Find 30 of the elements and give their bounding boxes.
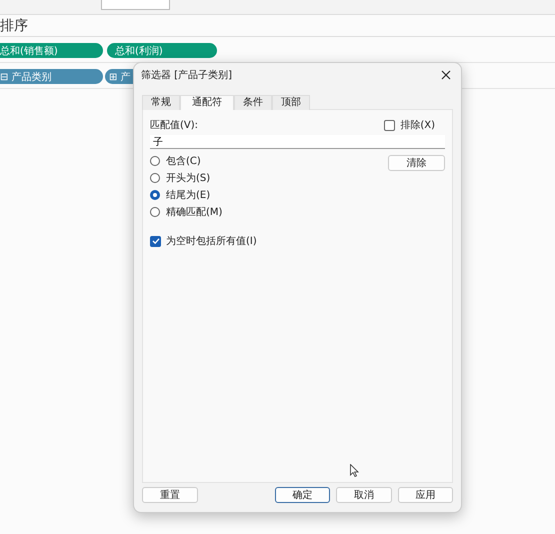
tab[interactable]: 条件 xyxy=(234,95,272,110)
radio-label: 结尾为(E) xyxy=(166,188,210,202)
dialog-button[interactable]: 取消 xyxy=(336,487,392,503)
cursor-icon xyxy=(350,464,359,477)
close-icon[interactable] xyxy=(441,70,451,80)
field-pill[interactable]: ⊟ 产品类别 xyxy=(0,69,103,84)
radio-button[interactable] xyxy=(150,206,160,216)
checkbox[interactable] xyxy=(384,120,396,130)
match-label: 匹配值(V): xyxy=(150,119,198,132)
radio-label: 精确匹配(M) xyxy=(166,206,222,218)
dialog-button[interactable]: 重置 xyxy=(142,487,198,503)
field-pill[interactable]: 总和(利润) xyxy=(107,43,217,58)
clear-button[interactable]: 清除 xyxy=(388,155,445,171)
tab[interactable]: 常规 xyxy=(142,95,180,110)
match-input[interactable]: 子 xyxy=(150,135,445,149)
dialog-button[interactable]: 应用 xyxy=(398,487,453,503)
field-pill[interactable]: 总和(销售额) xyxy=(0,43,103,58)
radio-button[interactable] xyxy=(150,190,160,200)
radio-label: 包含(C) xyxy=(166,154,201,168)
checkbox[interactable] xyxy=(150,236,161,246)
checkbox-label: 为空时包括所有值(I) xyxy=(166,234,257,248)
checkbox-label: 排除(X) xyxy=(400,118,435,132)
tab[interactable]: 顶部 xyxy=(272,95,310,110)
sheet-heading: 排序 xyxy=(0,16,28,34)
dialog-button[interactable]: 确定 xyxy=(274,487,330,503)
radio-label: 开头为(S) xyxy=(166,172,210,184)
tab[interactable]: 通配符 xyxy=(180,95,234,110)
radio-button[interactable] xyxy=(150,156,160,166)
radio-button[interactable] xyxy=(150,172,160,182)
dialog-title: 筛选器 [产品子类别] xyxy=(141,68,232,82)
